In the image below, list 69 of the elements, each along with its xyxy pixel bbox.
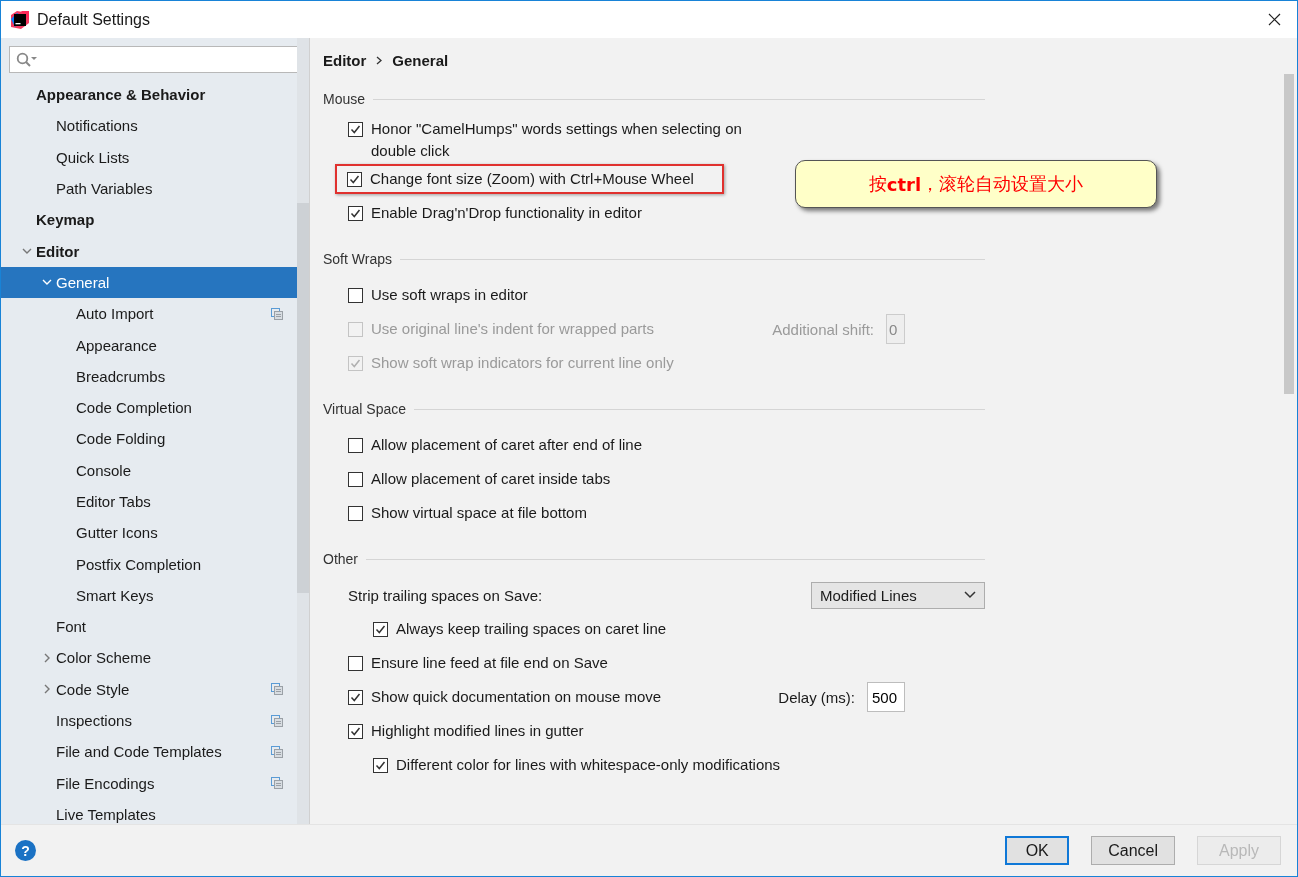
- section-title: Virtual Space: [323, 401, 406, 417]
- tree-item[interactable]: Editor Tabs: [1, 485, 297, 518]
- checkbox[interactable]: Show virtual space at file bottom: [348, 502, 587, 524]
- tree-item[interactable]: Auto Import: [1, 298, 297, 330]
- field-label: Delay (ms):: [778, 688, 855, 706]
- checkbox[interactable]: Use soft wraps in editor: [348, 284, 528, 306]
- chevron-right-icon: [376, 55, 383, 65]
- tree-item[interactable]: Notifications: [1, 110, 297, 142]
- check-icon: [350, 726, 361, 737]
- tree-item[interactable]: Gutter Icons: [1, 517, 297, 549]
- caret-icon: [964, 591, 976, 599]
- check-icon: [350, 208, 361, 219]
- app-logo-icon: [11, 10, 29, 29]
- checkbox[interactable]: Show quick documentation on mouse move: [348, 686, 662, 708]
- tree-item[interactable]: Path Variables: [1, 172, 297, 205]
- callout: 按ctrl，滚轮自动设置大小: [795, 160, 1157, 208]
- tree-item[interactable]: Code Style: [1, 673, 297, 705]
- breadcrumb-item[interactable]: General: [392, 51, 449, 69]
- checkbox[interactable]: Enable Drag'n'Drop functionality in editor: [348, 202, 642, 224]
- check-icon: [375, 760, 386, 771]
- tree-item[interactable]: Inspections: [1, 704, 297, 737]
- scrollbar-thumb[interactable]: [297, 203, 309, 593]
- check-icon: [350, 692, 361, 703]
- tree-item[interactable]: Code Completion: [1, 391, 297, 424]
- chevron-right-icon[interactable]: [42, 653, 52, 663]
- tree-item[interactable]: General: [1, 266, 297, 299]
- tree-item[interactable]: File and Code Templates: [1, 736, 297, 768]
- scrollbar-thumb[interactable]: [1284, 74, 1294, 394]
- checkbox[interactable]: Always keep trailing spaces on caret line: [373, 618, 667, 640]
- tree-item[interactable]: Keymap: [1, 204, 297, 236]
- tree-item[interactable]: Appearance: [1, 329, 297, 361]
- search-icon: [16, 51, 38, 68]
- help-button[interactable]: ?: [15, 840, 36, 861]
- input-field[interactable]: 500: [867, 682, 905, 712]
- tree-item[interactable]: Console: [1, 454, 297, 486]
- dialog-button[interactable]: OK: [1005, 836, 1070, 865]
- check-icon: [350, 124, 361, 135]
- window-title: Default Settings: [37, 10, 150, 29]
- check-icon: [350, 358, 361, 369]
- tree-item[interactable]: Breadcrumbs: [1, 360, 297, 392]
- section-title: Soft Wraps: [323, 251, 392, 267]
- check-icon: [375, 624, 386, 635]
- section-title: Other: [323, 551, 358, 567]
- checkbox[interactable]: Highlight modified lines in gutter: [348, 720, 584, 742]
- dialog-button[interactable]: Cancel: [1091, 836, 1175, 865]
- breadcrumb-item[interactable]: Editor: [323, 51, 367, 69]
- chevron-right-icon[interactable]: [42, 684, 52, 695]
- tree-item[interactable]: Quick Lists: [1, 141, 297, 173]
- tree-item[interactable]: File Encodings: [1, 767, 297, 799]
- dropdown[interactable]: Modified Lines: [811, 581, 985, 609]
- field-label: Strip trailing spaces on Save:: [348, 586, 543, 604]
- tree-item[interactable]: Color Scheme: [1, 642, 297, 674]
- section-title: Mouse: [323, 91, 366, 107]
- tree-item[interactable]: Font: [1, 611, 297, 643]
- close-icon: [1267, 13, 1281, 26]
- tree-item[interactable]: Postfix Completion: [1, 548, 297, 580]
- check-icon: [349, 174, 360, 185]
- field-label: Additional shift:: [772, 320, 874, 338]
- checkbox[interactable]: Ensure line feed at file end on Save: [348, 652, 608, 674]
- tree-item[interactable]: Appearance & Behavior: [1, 79, 297, 111]
- checkbox[interactable]: Change font size (Zoom) with Ctrl+Mouse Wheel: [347, 168, 694, 190]
- tree-item[interactable]: Code Folding: [1, 423, 297, 455]
- tree-item[interactable]: Live Templates: [1, 798, 297, 824]
- checkbox[interactable]: Allow placement of caret after end of line: [348, 434, 642, 456]
- tree-item[interactable]: Editor: [1, 235, 297, 267]
- checkbox[interactable]: Honor "CamelHumps" words settings when selecting on double click: [348, 118, 791, 162]
- checkbox[interactable]: Allow placement of caret inside tabs: [348, 468, 611, 490]
- tree-item[interactable]: Smart Keys: [1, 579, 297, 612]
- checkbox[interactable]: Different color for lines with whitespace-only modifications: [373, 754, 781, 776]
